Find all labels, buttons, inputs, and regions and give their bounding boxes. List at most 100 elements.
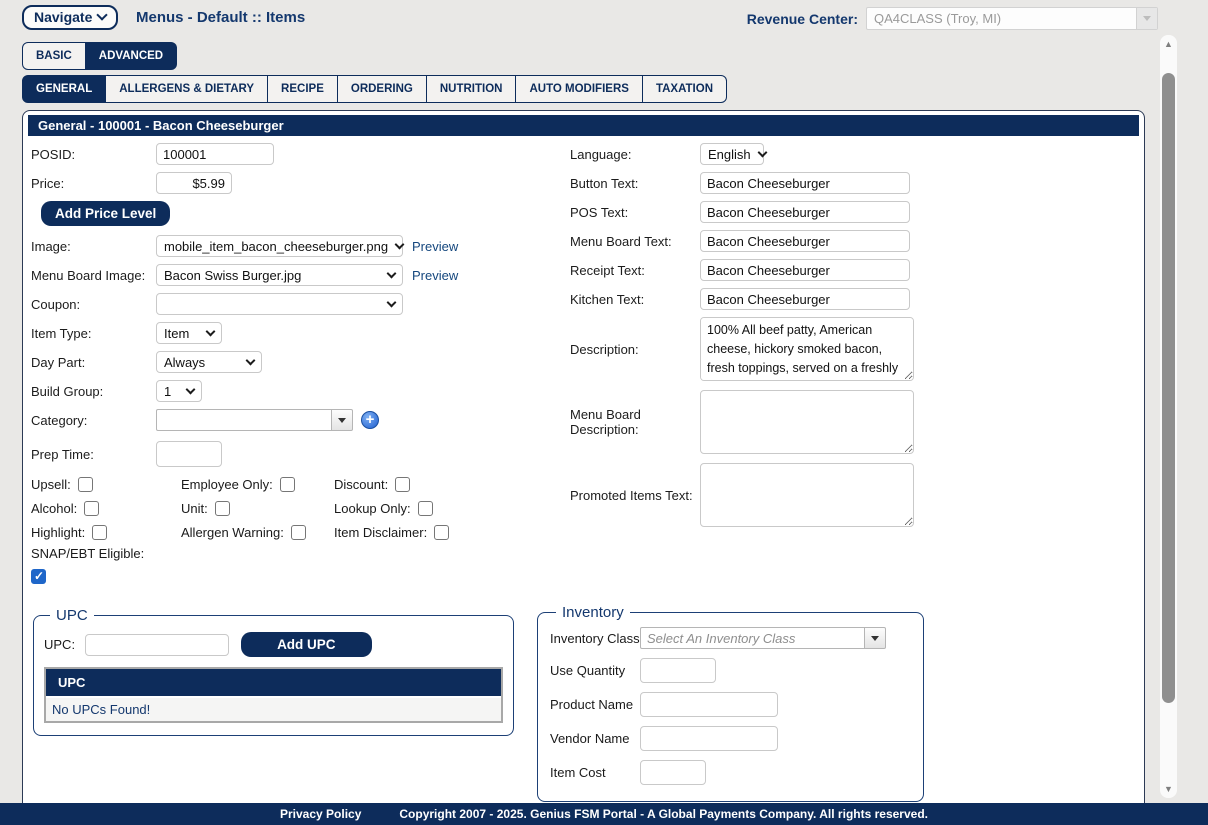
use-quantity-label: Use Quantity [550, 663, 640, 678]
chevron-down-icon [395, 240, 405, 250]
posid-input[interactable] [156, 143, 274, 165]
use-quantity-input[interactable] [640, 658, 716, 683]
mode-tabs: BASIC ADVANCED [22, 42, 177, 70]
add-upc-button[interactable]: Add UPC [241, 632, 372, 657]
chevron-down-icon [387, 298, 397, 308]
kitchen-text-input[interactable] [700, 288, 910, 310]
upsell-label: Upsell: [31, 477, 71, 492]
tab-general[interactable]: GENERAL [22, 75, 106, 103]
snap-ebt-checkbox[interactable] [31, 569, 46, 584]
menu-board-image-select-value: Bacon Swiss Burger.jpg [164, 268, 301, 283]
alcohol-checkbox[interactable] [84, 501, 99, 516]
tab-recipe[interactable]: RECIPE [268, 75, 338, 103]
triangle-down-icon [1143, 16, 1151, 21]
upc-input[interactable] [85, 634, 229, 656]
tab-ordering[interactable]: ORDERING [338, 75, 427, 103]
price-input[interactable] [156, 172, 232, 194]
image-label: Image: [31, 239, 156, 254]
unit-checkbox[interactable] [215, 501, 230, 516]
language-select[interactable]: English [700, 143, 764, 165]
receipt-text-input[interactable] [700, 259, 910, 281]
item-type-label: Item Type: [31, 326, 156, 341]
upc-table-header: UPC [46, 669, 501, 696]
upsell-checkbox[interactable] [78, 477, 93, 492]
menu-board-image-preview-link[interactable]: Preview [412, 268, 458, 283]
add-category-icon[interactable]: + [361, 411, 379, 429]
category-input[interactable] [156, 409, 332, 431]
menu-board-image-select[interactable]: Bacon Swiss Burger.jpg [156, 264, 403, 286]
employee-only-checkbox[interactable] [280, 477, 295, 492]
promoted-items-textarea[interactable] [700, 463, 914, 527]
coupon-select[interactable] [156, 293, 403, 315]
menu-board-description-textarea[interactable] [700, 390, 914, 454]
button-text-input[interactable] [700, 172, 910, 194]
panel-header: General - 100001 - Bacon Cheeseburger [28, 115, 1139, 136]
highlight-checkbox[interactable] [92, 525, 107, 540]
chevron-down-icon [757, 148, 767, 158]
lookup-only-checkbox[interactable] [418, 501, 433, 516]
scrollbar-thumb[interactable] [1162, 73, 1175, 703]
inventory-class-combobox [640, 627, 886, 649]
item-type-select[interactable]: Item [156, 322, 222, 344]
prep-time-label: Prep Time: [31, 447, 156, 462]
receipt-text-label: Receipt Text: [570, 263, 700, 278]
add-price-level-button[interactable]: Add Price Level [41, 201, 170, 226]
chevron-down-icon [387, 269, 397, 279]
item-cost-input[interactable] [640, 760, 706, 785]
day-part-select-value: Always [164, 355, 205, 370]
tab-allergens-dietary[interactable]: ALLERGENS & DIETARY [106, 75, 268, 103]
category-dropdown-button[interactable] [332, 409, 353, 431]
item-cost-label: Item Cost [550, 765, 640, 780]
build-group-label: Build Group: [31, 384, 156, 399]
menu-board-text-input[interactable] [700, 230, 910, 252]
price-label: Price: [31, 176, 156, 191]
description-textarea[interactable]: 100% All beef patty, American cheese, hi… [700, 317, 914, 381]
upc-legend: UPC [50, 607, 94, 624]
alcohol-label: Alcohol: [31, 501, 77, 516]
scroll-up-icon[interactable]: ▲ [1160, 37, 1177, 51]
coupon-label: Coupon: [31, 297, 156, 312]
revenue-center-dropdown-button[interactable] [1136, 8, 1157, 29]
chevron-down-icon [206, 327, 216, 337]
triangle-down-icon [871, 636, 879, 641]
kitchen-text-label: Kitchen Text: [570, 292, 700, 307]
image-preview-link[interactable]: Preview [412, 239, 458, 254]
pos-text-input[interactable] [700, 201, 910, 223]
menu-board-description-label: Menu Board Description: [570, 407, 700, 437]
prep-time-input[interactable] [156, 441, 222, 467]
allergen-warning-label: Allergen Warning: [181, 525, 284, 540]
vertical-scrollbar[interactable]: ▲ ▼ [1160, 35, 1177, 798]
upc-empty-row: No UPCs Found! [46, 696, 501, 721]
upc-section: UPC UPC: Add UPC UPC No UPCs Found! [33, 607, 514, 736]
section-tabs: GENERAL ALLERGENS & DIETARY RECIPE ORDER… [22, 75, 727, 103]
revenue-center-select[interactable]: QA4CLASS (Troy, MI) [866, 7, 1158, 30]
tab-taxation[interactable]: TAXATION [643, 75, 727, 103]
language-label: Language: [570, 147, 700, 162]
inventory-class-dropdown-button[interactable] [865, 627, 886, 649]
vendor-name-input[interactable] [640, 726, 778, 751]
product-name-input[interactable] [640, 692, 778, 717]
tab-advanced[interactable]: ADVANCED [86, 42, 177, 70]
description-label: Description: [570, 342, 700, 357]
tab-nutrition[interactable]: NUTRITION [427, 75, 517, 103]
scroll-down-icon[interactable]: ▼ [1160, 782, 1177, 796]
image-select[interactable]: mobile_item_bacon_cheeseburger.png [156, 235, 403, 257]
revenue-center-group: Revenue Center: QA4CLASS (Troy, MI) [747, 7, 1158, 30]
item-disclaimer-checkbox[interactable] [434, 525, 449, 540]
navigate-button[interactable]: Navigate [22, 5, 118, 30]
item-flags-grid: Upsell: Employee Only: Discount: Alcohol… [31, 477, 568, 540]
privacy-policy-link[interactable]: Privacy Policy [280, 807, 361, 821]
discount-checkbox[interactable] [395, 477, 410, 492]
tab-basic[interactable]: BASIC [22, 42, 86, 70]
tab-auto-modifiers[interactable]: AUTO MODIFIERS [516, 75, 642, 103]
build-group-select[interactable]: 1 [156, 380, 202, 402]
footer: Privacy Policy Copyright 2007 - 2025. Ge… [0, 803, 1208, 825]
page-title: Menus - Default :: Items [136, 9, 305, 26]
allergen-warning-checkbox[interactable] [291, 525, 306, 540]
inventory-legend: Inventory [556, 604, 630, 621]
build-group-select-value: 1 [164, 384, 171, 399]
right-column: Language: English Button Text: POS Text:… [568, 143, 1139, 587]
inventory-class-input[interactable] [640, 627, 865, 649]
item-type-select-value: Item [164, 326, 189, 341]
day-part-select[interactable]: Always [156, 351, 262, 373]
